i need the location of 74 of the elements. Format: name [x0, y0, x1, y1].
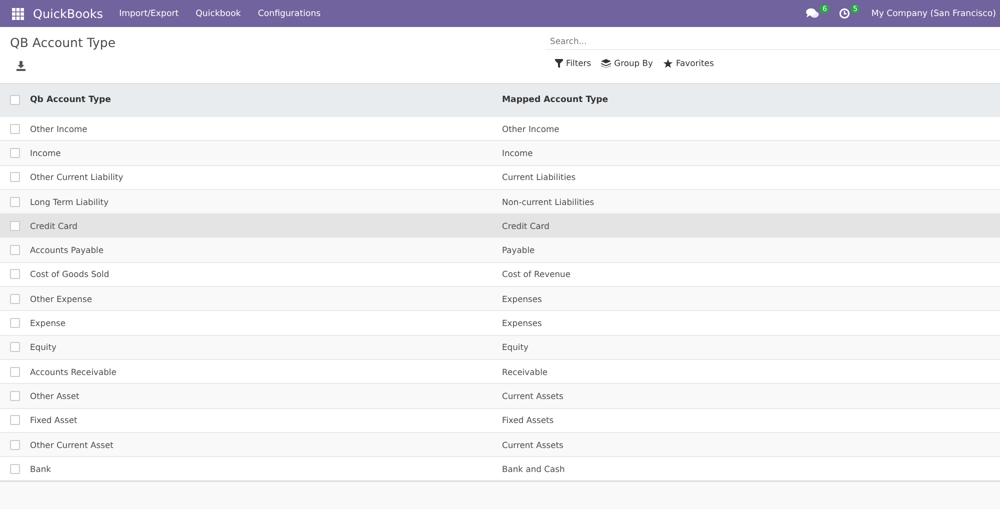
row-checkbox[interactable] — [10, 124, 20, 134]
table-cell-text: Non-current Liabilities — [502, 196, 596, 207]
table-cell-text: Cost of Goods Sold — [30, 269, 110, 280]
app-name[interactable]: QuickBooks — [33, 6, 104, 20]
table-cell-text: Other Current Liability — [30, 172, 124, 182]
row-checkbox[interactable] — [10, 294, 20, 304]
table-cell-text: Equity — [30, 342, 58, 352]
table-cell-text: Cost of Revenue — [502, 269, 572, 280]
table-row[interactable]: Equity Equity — [0, 336, 1000, 360]
table-cell-text: Receivable — [502, 366, 549, 377]
filter-menu-button[interactable]: Filters — [555, 58, 592, 68]
table-cell-text: Other Asset — [30, 390, 80, 401]
table-cell-text: Other Income — [502, 124, 560, 134]
filter-icon — [555, 58, 563, 68]
row-checkbox[interactable] — [10, 464, 20, 474]
table-cell-text: Credit Card — [502, 220, 550, 231]
table-row[interactable]: Income Income — [0, 141, 1000, 166]
row-checkbox[interactable] — [10, 196, 20, 207]
table-cell-text: Current Assets — [502, 440, 564, 450]
table-cell-text: Fixed Asset — [30, 415, 78, 426]
table-cell-text: Expense — [30, 318, 67, 328]
table-cell-text: Current Assets — [502, 390, 564, 401]
apps-menu-icon[interactable] — [12, 8, 24, 20]
select-all-checkbox[interactable] — [10, 95, 20, 105]
row-checkbox[interactable] — [10, 342, 20, 352]
table-cell-text: Payable — [502, 245, 536, 256]
chat-icon[interactable] — [806, 8, 820, 19]
row-checkbox[interactable] — [10, 220, 20, 231]
table-cell-text: Expenses — [502, 294, 543, 304]
table-row[interactable]: Credit Card Credit Card — [0, 214, 1000, 238]
menu-item[interactable]: Import/Export — [119, 8, 179, 18]
row-checkbox[interactable] — [10, 269, 20, 280]
table-cell-text: Fixed Assets — [502, 415, 555, 426]
clock-icon[interactable] — [838, 8, 850, 19]
table-cell-text: Bank — [30, 464, 52, 474]
table-cell-text: Long Term Liability — [30, 196, 110, 207]
star-icon — [662, 58, 673, 68]
table-cell-text: Accounts Payable — [30, 245, 105, 256]
column-header[interactable]: Mapped Account Type — [502, 95, 1000, 105]
row-checkbox[interactable] — [10, 390, 20, 401]
table-cell-text: Credit Card — [30, 220, 78, 231]
row-checkbox[interactable] — [10, 415, 20, 426]
table-row[interactable]: Other Current Asset Current Assets — [0, 432, 1000, 458]
filter-menu-button[interactable]: Group By — [601, 58, 653, 68]
table-row[interactable]: Other Asset Current Assets — [0, 384, 1000, 409]
table-cell-text: Income — [30, 148, 62, 158]
menu-item[interactable]: Configurations — [258, 8, 321, 18]
download-icon[interactable] — [16, 61, 26, 71]
row-checkbox[interactable] — [10, 366, 20, 377]
filter-menu-button[interactable]: Favorites — [662, 58, 714, 68]
table-cell-text: Other Income — [30, 124, 88, 134]
row-checkbox[interactable] — [10, 440, 20, 450]
table-cell-text: Equity — [502, 342, 530, 352]
row-checkbox[interactable] — [10, 148, 20, 158]
table-cell-text: Income — [502, 148, 534, 158]
row-checkbox[interactable] — [10, 318, 20, 328]
table-cell-text: Current Liabilities — [502, 172, 577, 182]
row-checkbox[interactable] — [10, 172, 20, 182]
company-switcher[interactable]: My Company (San Francisco) — [871, 8, 996, 18]
table-cell-text: Accounts Receivable — [30, 366, 118, 377]
table-cell-text: Other Current Asset — [30, 440, 114, 450]
table-cell-text: Other Expense — [30, 294, 93, 304]
layers-icon — [601, 58, 612, 68]
table-cell-text: Bank and Cash — [502, 464, 566, 474]
table-row[interactable]: Accounts Payable Payable — [0, 238, 1000, 263]
table-row[interactable]: Other Current Liability Current Liabilities — [0, 166, 1000, 190]
column-header[interactable]: Qb Account Type — [30, 95, 502, 105]
table-row[interactable]: Fixed Asset Fixed Assets — [0, 408, 1000, 433]
menu-item[interactable]: Quickbook — [196, 8, 241, 18]
row-checkbox[interactable] — [10, 245, 20, 256]
table-row[interactable]: Other Expense Expenses — [0, 287, 1000, 312]
page-title: QB Account Type — [10, 35, 117, 50]
table-cell-text: Expenses — [502, 318, 543, 328]
table-row[interactable]: Long Term Liability Non-current Liabilities — [0, 190, 1000, 214]
